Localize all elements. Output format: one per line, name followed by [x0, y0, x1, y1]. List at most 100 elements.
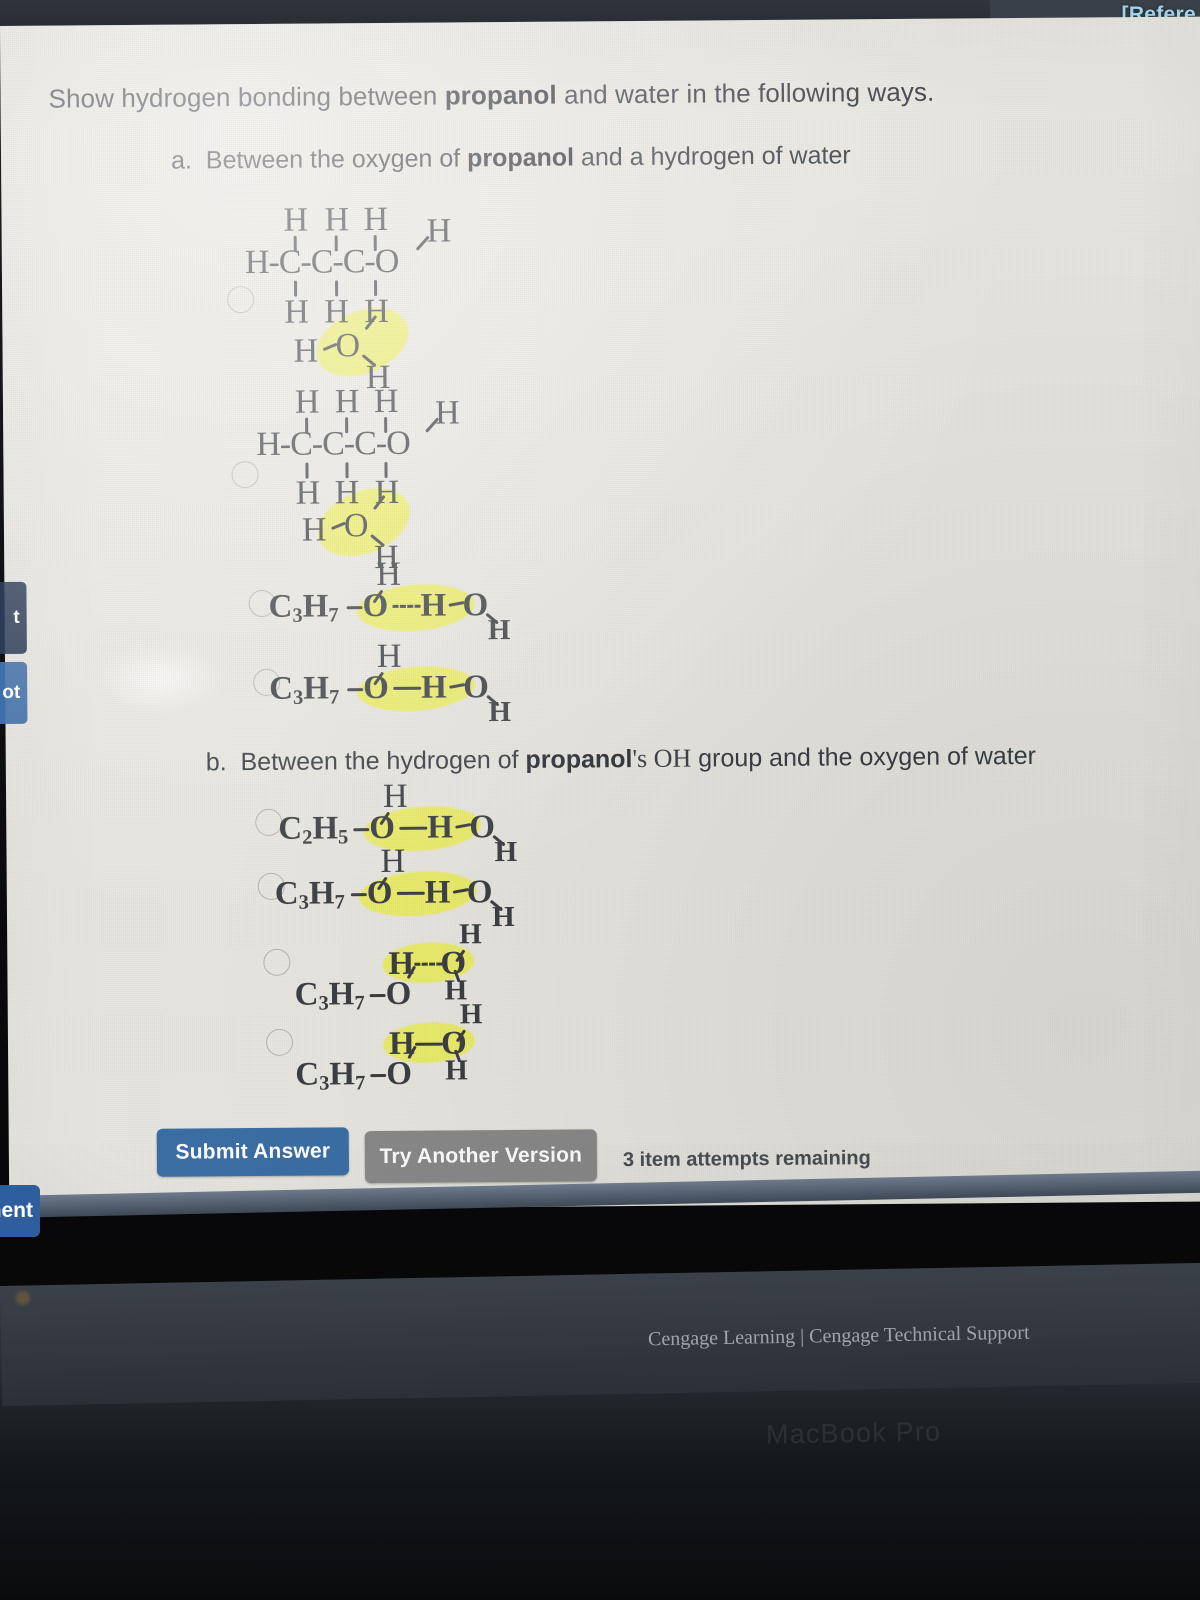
screen-glare [94, 644, 226, 716]
bond-b2-group-o [350, 893, 367, 897]
sidebar-button-assignment[interactable]: ment [0, 1185, 40, 1237]
formula-a4-group: C3H7 [269, 670, 340, 709]
atom-b1-water-o: O [469, 809, 496, 846]
atom-a2-h-terminal: H [434, 394, 460, 432]
part-b-text-pre: Between the hydrogen of [240, 745, 526, 777]
question-stem-pre: Show hydrogen bonding between [48, 80, 445, 114]
bond-b2-solid [396, 891, 425, 895]
part-a-text-pre: Between the oxygen of [205, 144, 468, 175]
formula-b3-group-text: C3H7 [294, 976, 365, 1015]
atom-a2-h-bot-2: H [334, 474, 360, 512]
atom-a2-chain: H-C-C-C-O [256, 424, 410, 463]
submit-answer-label: Submit Answer [175, 1139, 331, 1164]
question-stem: Show hydrogen bonding between propanol a… [48, 77, 934, 115]
atom-a4-water-lower-h: H [488, 696, 512, 729]
atom-a4-oxygen: O [363, 669, 390, 707]
sidebar-button-2-label: ot [2, 681, 21, 704]
radio-option-b4[interactable] [265, 1028, 294, 1056]
part-a-text-post: and a hydrogen of water [573, 141, 851, 172]
formula-b3-group: C3H7 [294, 976, 365, 1015]
atom-a1-water-o: O [335, 327, 361, 365]
atom-a1-h-top-1: H [283, 201, 309, 239]
atom-a2-h-bot-1: H [295, 474, 321, 512]
atom-b4-oxygen: O [386, 1055, 413, 1092]
atom-b1-top-h: H [382, 777, 408, 816]
formula-b4-group: C3H7 [295, 1056, 366, 1095]
part-b-text-post: group and the oxygen of water [691, 741, 1037, 773]
atom-b2-water-o: O [466, 874, 493, 911]
bond-a4-solid [393, 686, 422, 690]
atom-a1-h-bot-2: H [324, 293, 349, 331]
atom-a2-water-h-left: H [301, 511, 327, 549]
atom-a2-water-o: O [343, 507, 369, 545]
sidebar-button-1-label: t [13, 606, 20, 628]
try-another-version-button[interactable]: Try Another Version [364, 1129, 598, 1184]
formula-b1-group-text: C2H5 [278, 810, 349, 849]
atom-a1-h-left: H-C-C-C-O [244, 242, 399, 282]
atom-a3-oxygen: O [362, 587, 389, 625]
atom-a3-bridge-h: H [420, 587, 447, 624]
question-stem-post: and water in the following ways. [556, 76, 935, 110]
formula-b2-group: C3H7 [274, 875, 345, 914]
formula-b1-group: C2H5 [278, 810, 349, 849]
atom-a2-h-top-1: H [294, 383, 320, 421]
radio-option-a2[interactable] [231, 460, 259, 489]
atom-b1-oxygen: O [369, 809, 396, 847]
bond-a4-group-o [347, 688, 364, 692]
radio-option-a1[interactable] [227, 286, 255, 314]
bond-a3-group-o [346, 606, 363, 610]
atom-b2-water-lower-h: H [491, 900, 515, 934]
atom-a2-h-top-3: H [373, 382, 399, 421]
assignment-page: t ot Show hydrogen bonding between propa… [0, 17, 1200, 1211]
highlight-a1 [306, 295, 419, 390]
part-b-text-oh: 's OH [632, 743, 692, 774]
radio-option-b3[interactable] [263, 948, 291, 976]
device-label: MacBook Pro [765, 1416, 942, 1450]
atom-a4-top-h: H [376, 637, 402, 676]
atom-a3-water-lower-h: H [487, 614, 511, 647]
atom-b2-top-h: H [380, 842, 406, 881]
atom-b4-water-lower-h: H [445, 1054, 468, 1087]
atom-a1-h-top-2: H [324, 201, 350, 239]
bond-b3-group-o [369, 994, 386, 998]
bond-b1-group-o [353, 828, 370, 832]
atom-b1-water-lower-h: H [494, 835, 518, 869]
question-stem-bold: propanol [444, 79, 557, 111]
part-a-text-bold: propanol [467, 143, 575, 173]
atom-b3-oxygen: O [385, 975, 412, 1013]
atom-b1-bridge-h: H [427, 809, 454, 846]
atom-a1-h-terminal: H [426, 212, 452, 250]
sidebar-button-1[interactable]: t [0, 581, 27, 655]
atom-a3-water-o: O [462, 587, 489, 624]
formula-a3-group-text: C3H7 [268, 588, 339, 627]
atom-a1-h-bot-1: H [284, 293, 309, 331]
part-a-marker: a. [170, 146, 193, 175]
try-another-version-label: Try Another Version [379, 1143, 583, 1169]
part-b-text-bold: propanol [525, 745, 633, 774]
atom-a4-bridge-h: H [421, 669, 448, 706]
hbond-a3 [392, 604, 421, 608]
atom-a3-top-h: H [376, 555, 402, 594]
submit-answer-button[interactable]: Submit Answer [156, 1127, 350, 1177]
attempts-remaining-text: 3 item attempts remaining [622, 1147, 871, 1172]
light-reflection-dot [16, 1291, 30, 1305]
bond-b4-group-o [370, 1073, 387, 1078]
atom-a4-water-o: O [463, 669, 490, 706]
bond-b1-solid [399, 826, 428, 830]
sidebar-button-2[interactable]: ot [0, 661, 28, 725]
bond-b4-solid [414, 1042, 444, 1046]
part-b-label: b. Between the hydrogen of propanol's OH… [206, 741, 1036, 778]
formula-b2-group-text: C3H7 [274, 875, 345, 914]
formula-a3-group: C3H7 [268, 588, 339, 627]
formula-a4-group-text: C3H7 [269, 670, 340, 709]
part-a-label: a. Between the oxygen of propanol and a … [171, 141, 851, 175]
atom-b2-oxygen: O [366, 874, 393, 912]
atom-a1-water-h-left: H [293, 332, 319, 370]
formula-b4-group-text: C3H7 [295, 1056, 366, 1095]
atom-a1-h-top-3: H [363, 200, 389, 239]
atom-b2-bridge-h: H [424, 874, 451, 911]
part-b-marker: b. [205, 748, 227, 777]
laptop-screen: t ot Show hydrogen bonding between propa… [0, 16, 1200, 1211]
atom-a2-h-top-2: H [334, 383, 360, 421]
sidebar-button-assignment-label: ment [0, 1199, 33, 1222]
